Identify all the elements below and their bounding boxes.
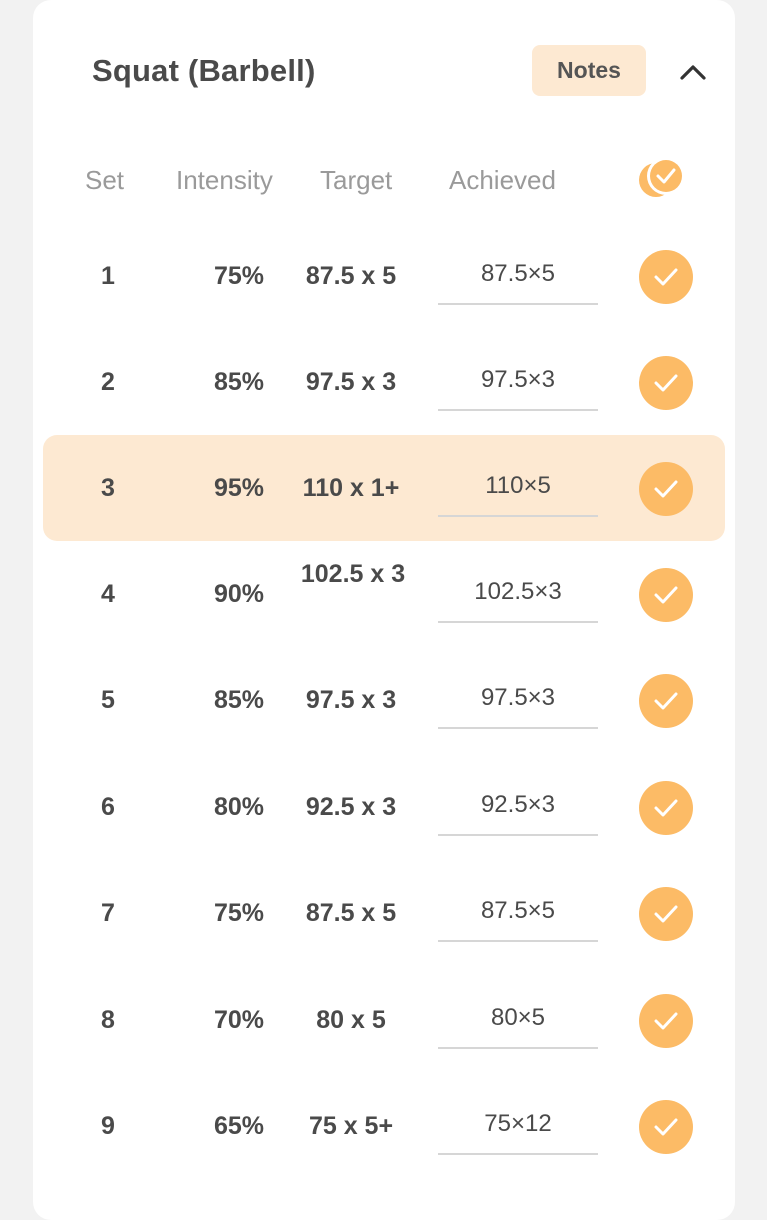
check-all-icon[interactable] (636, 155, 688, 199)
set-intensity: 85% (213, 686, 265, 714)
column-header-target: Target (320, 165, 393, 195)
set-row: 1 75% 87.5 x 5 (43, 223, 725, 329)
set-target: 75 x 5+ (308, 1112, 394, 1140)
column-header-set: Set (85, 165, 125, 195)
achieved-input[interactable] (438, 776, 598, 836)
exercise-card: Squat (Barbell) Notes Set Intensity Targ… (33, 0, 735, 1220)
set-number: 1 (101, 262, 115, 290)
set-intensity: 65% (213, 1112, 265, 1140)
check-icon[interactable] (639, 356, 693, 410)
set-number: 5 (101, 686, 115, 714)
check-icon[interactable] (639, 568, 693, 622)
column-header-intensity: Intensity (176, 165, 273, 195)
set-intensity: 90% (213, 580, 265, 608)
achieved-input[interactable] (438, 669, 598, 729)
chevron-up-icon[interactable] (673, 52, 713, 92)
check-icon[interactable] (639, 887, 693, 941)
set-row: 9 65% 75 x 5+ (43, 1073, 725, 1179)
check-icon[interactable] (639, 781, 693, 835)
achieved-input[interactable] (438, 351, 598, 411)
achieved-input[interactable] (438, 563, 598, 623)
set-number: 4 (101, 580, 115, 608)
exercise-header: Squat (Barbell) Notes (33, 0, 735, 140)
set-target: 80 x 5 (316, 1006, 386, 1034)
exercise-title: Squat (Barbell) (92, 53, 316, 88)
set-target: 87.5 x 5 (305, 899, 397, 927)
set-row: 3 95% 110 x 1+ (43, 435, 725, 541)
set-row: 5 85% 97.5 x 3 (43, 647, 725, 753)
achieved-input[interactable] (438, 882, 598, 942)
check-icon[interactable] (639, 1100, 693, 1154)
set-number: 8 (101, 1006, 115, 1034)
achieved-input[interactable] (438, 1095, 598, 1155)
set-target: 110 x 1+ (302, 474, 400, 502)
set-target: 92.5 x 3 (305, 793, 397, 821)
set-number: 7 (101, 899, 115, 927)
set-number: 6 (101, 793, 115, 821)
set-intensity: 95% (213, 474, 265, 502)
set-row: 2 85% 97.5 x 3 (43, 329, 725, 435)
set-row: 6 80% 92.5 x 3 (43, 754, 725, 860)
set-intensity: 70% (213, 1006, 265, 1034)
set-target: 97.5 x 3 (305, 686, 397, 714)
achieved-input[interactable] (438, 989, 598, 1049)
set-target: 97.5 x 3 (305, 368, 397, 396)
set-row: 4 90% 102.5 x 3 (43, 541, 725, 647)
set-number: 2 (101, 368, 115, 396)
set-intensity: 75% (213, 262, 265, 290)
set-intensity: 85% (213, 368, 265, 396)
check-icon[interactable] (639, 250, 693, 304)
set-intensity: 80% (213, 793, 265, 821)
set-target: 87.5 x 5 (305, 262, 397, 290)
set-row: 7 75% 87.5 x 5 (43, 860, 725, 966)
set-number: 3 (101, 474, 115, 502)
check-icon[interactable] (639, 674, 693, 728)
set-row: 8 70% 80 x 5 (43, 967, 725, 1073)
notes-button[interactable]: Notes (532, 45, 646, 96)
set-intensity: 75% (213, 899, 265, 927)
check-icon[interactable] (639, 462, 693, 516)
column-header-achieved: Achieved (449, 165, 556, 195)
achieved-input[interactable] (438, 245, 598, 305)
set-target: 102.5 x 3 (300, 560, 406, 588)
check-icon[interactable] (639, 994, 693, 1048)
set-number: 9 (101, 1112, 115, 1140)
achieved-input[interactable] (438, 457, 598, 517)
